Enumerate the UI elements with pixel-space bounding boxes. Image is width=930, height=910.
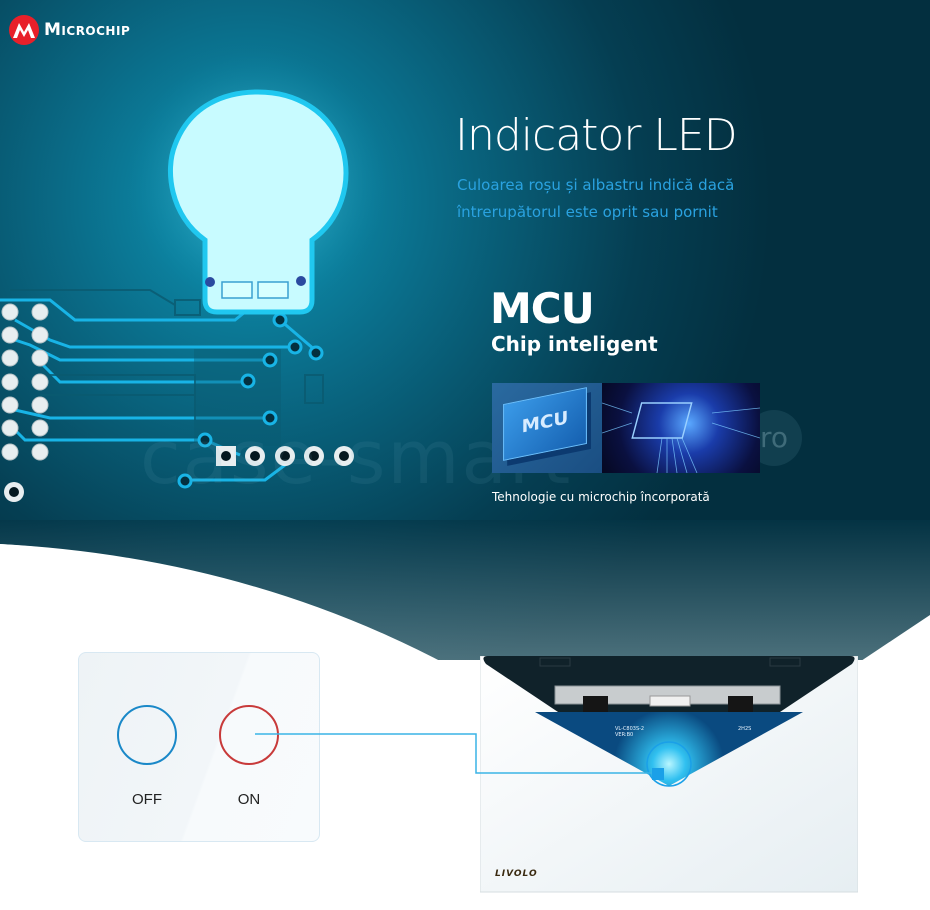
hero-banner: Microchip Indicator LED Culoarea roșu și… <box>0 0 930 910</box>
callout-connector-line <box>255 733 652 774</box>
